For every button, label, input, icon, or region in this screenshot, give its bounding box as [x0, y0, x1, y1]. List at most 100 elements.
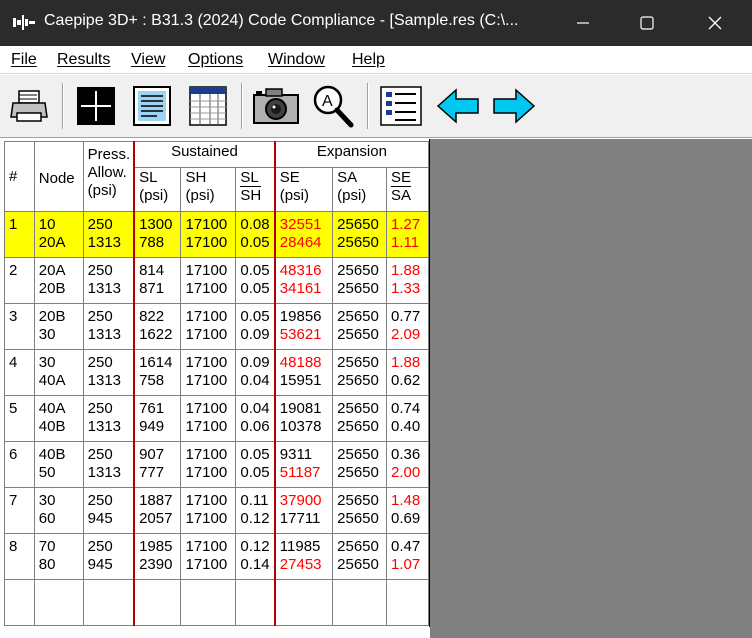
table-row[interactable]: 2 20A 20B 250 1313 814 871 17100 17100 0.05 0.05 48… — [4, 257, 429, 304]
results-panel[interactable]: # Node Press. Allow. (psi) Sustained Exp… — [0, 139, 430, 638]
header-se-sa-num: SE — [391, 169, 412, 187]
cell-slsh-value: 0.04 — [240, 400, 270, 417]
cell-se-value: 9311 — [279, 446, 313, 463]
table-icon[interactable] — [188, 83, 228, 129]
cell-press-value: 250 — [87, 354, 113, 371]
cell-press-value: 250 — [87, 308, 113, 325]
cell-sa: 25650 25650 — [332, 349, 388, 396]
cell-sh: 17100 17100 — [180, 211, 237, 258]
cell-sesa-value: 0.77 — [391, 308, 421, 325]
cell-sl: 1300 788 — [133, 211, 182, 258]
header-sa-unit: (psi) — [337, 187, 367, 204]
cell-sh: 17100 17100 — [180, 441, 237, 488]
cell-press: 250 1313 — [82, 441, 135, 488]
cell-slsh-value: 0.05 — [240, 464, 270, 481]
cell-press-value: 1313 — [87, 280, 122, 297]
arrow-right-icon[interactable] — [492, 83, 536, 129]
cell-sesa-value: 0.69 — [391, 510, 421, 527]
cell-slsh: 0.08 0.05 — [235, 211, 276, 258]
menu-file[interactable]: File — [11, 51, 37, 69]
empty-cell — [4, 579, 35, 626]
menu-options[interactable]: Options — [188, 51, 243, 69]
table-row[interactable]: 3 20B 30 250 1313 822 1622 17100 17100 0.05 0.09 19… — [4, 303, 429, 350]
cell-sa: 25650 25650 — [332, 211, 388, 258]
cell-sa: 25650 25650 — [332, 257, 388, 304]
cell-sesa-value: 2.00 — [391, 464, 421, 481]
cell-sa-value: 25650 — [337, 326, 379, 343]
table-row[interactable]: 1 10 20A 250 1313 1300 788 17100 17100 0.08 0.05 32… — [4, 211, 429, 258]
cell-press-value: 1313 — [87, 418, 122, 435]
toolbar-separator — [367, 83, 369, 129]
menu-view[interactable]: View — [131, 51, 165, 69]
menu-help[interactable]: Help — [352, 51, 385, 69]
cell-node-value: 70 — [38, 538, 56, 555]
cell-sa-value: 25650 — [337, 556, 379, 573]
cell-se-value: 17711 — [279, 510, 321, 527]
title-bar: Caepipe 3D+ : B31.3 (2024) Code Complian… — [0, 0, 752, 46]
table-row[interactable]: 8 70 80 250 945 1985 2390 17100 17100 0.12 0.14 119… — [4, 533, 429, 580]
cell-sl-value: 907 — [139, 446, 165, 463]
minimize-button[interactable] — [560, 0, 606, 46]
cell-sh-value: 17100 — [185, 418, 228, 435]
cell-press: 250 1313 — [82, 395, 135, 442]
cell-sh-value: 17100 — [185, 400, 228, 417]
table-row[interactable]: 6 40B 50 250 1313 907 777 17100 17100 0.05 0.05 931… — [4, 441, 429, 488]
crosshair-icon[interactable] — [76, 83, 116, 129]
cell-sesa: 1.88 1.33 — [386, 257, 429, 304]
header-sl: SL (psi) — [133, 167, 182, 212]
cell-sesa-value: 0.36 — [391, 446, 421, 463]
cell-node-value: 20A — [38, 262, 66, 279]
cell-sa-value: 25650 — [337, 400, 379, 417]
cell-sa: 25650 25650 — [332, 303, 388, 350]
close-button[interactable] — [692, 0, 738, 46]
list-icon[interactable] — [379, 83, 423, 129]
cell-sa-value: 25650 — [337, 418, 379, 435]
cell-node-value: 80 — [38, 556, 56, 573]
header-num: # — [4, 141, 35, 212]
cell-press-value: 1313 — [87, 464, 122, 481]
cell-se: 37900 17711 — [273, 487, 334, 534]
code-compliance-table: # Node Press. Allow. (psi) Sustained Exp… — [4, 141, 429, 626]
minimize-icon — [577, 22, 589, 24]
cell-sa-value: 25650 — [337, 510, 379, 527]
cell-slsh-value: 0.05 — [240, 446, 270, 463]
table-row[interactable]: 7 30 60 250 945 1887 2057 17100 17100 0.11 0.12 379… — [4, 487, 429, 534]
cell-sh-value: 17100 — [185, 308, 228, 325]
arrow-left-icon[interactable] — [436, 83, 480, 129]
cell-press: 250 1313 — [82, 349, 135, 396]
maximize-button[interactable] — [624, 0, 670, 46]
cell-se-value: 11985 — [279, 538, 321, 555]
cell-slsh-value: 0.11 — [240, 492, 269, 509]
cell-node-value: 40A — [38, 372, 66, 389]
cell-press: 250 1313 — [82, 257, 135, 304]
cell-se-value: 10378 — [279, 418, 322, 435]
table-row[interactable]: 4 30 40A 250 1313 1614 758 17100 17100 0.09 0.04 48… — [4, 349, 429, 396]
svg-text:A: A — [322, 93, 333, 110]
cell-sh-value: 17100 — [185, 446, 228, 463]
cell-sh-value: 17100 — [185, 234, 228, 251]
header-node: Node — [33, 141, 84, 212]
empty-cell — [332, 579, 388, 626]
cell-sl-value: 1300 — [139, 216, 173, 233]
camera-icon[interactable] — [252, 83, 300, 129]
close-icon — [708, 16, 722, 30]
menu-window[interactable]: Window — [268, 51, 325, 69]
zoom-icon[interactable]: A — [311, 83, 355, 129]
cell-sa-value: 25650 — [337, 216, 379, 233]
menu-bar: File Results View Options Window Help — [0, 46, 752, 74]
cell-slsh: 0.05 0.05 — [235, 441, 276, 488]
menu-results[interactable]: Results — [57, 51, 110, 69]
header-sl-sh-ratio: SL SH — [235, 167, 276, 212]
toolbar: A — [0, 75, 752, 138]
cell-slsh-value: 0.08 — [240, 216, 270, 233]
cell-node-value: 40A — [38, 400, 66, 417]
empty-cell — [235, 579, 276, 626]
table-row[interactable]: 5 40A 40B 250 1313 761 949 17100 17100 0.04 0.06 19… — [4, 395, 429, 442]
cell-sl-value: 871 — [139, 280, 165, 297]
cell-press: 250 945 — [82, 487, 135, 534]
text-document-icon[interactable] — [132, 83, 172, 129]
cell-slsh: 0.11 0.12 — [235, 487, 276, 534]
cell-sl: 814 871 — [133, 257, 182, 304]
print-icon[interactable] — [9, 83, 49, 129]
cell-sesa-value: 1.88 — [391, 262, 421, 279]
